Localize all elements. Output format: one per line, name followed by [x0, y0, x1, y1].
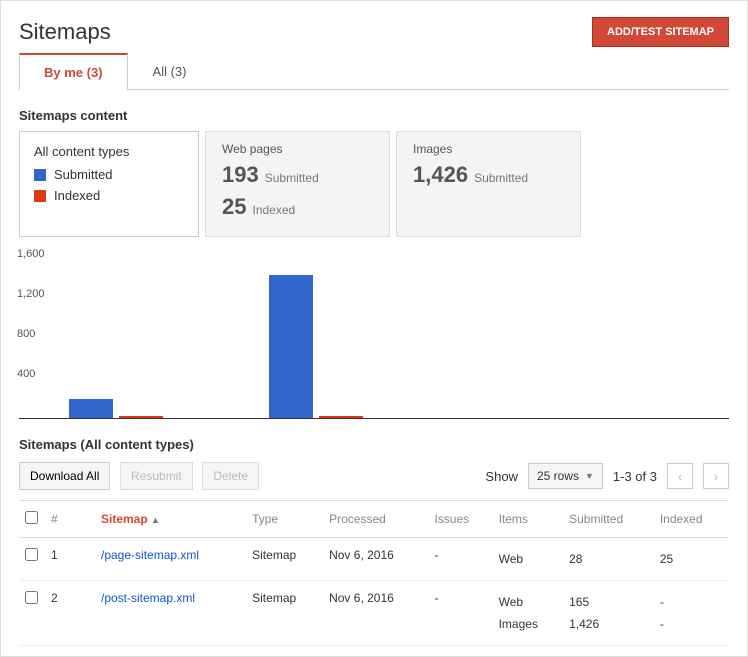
row-issues: - [428, 538, 492, 581]
section-sitemaps-content: Sitemaps content [19, 108, 729, 123]
tab-all[interactable]: All (3) [128, 53, 212, 90]
legend-swatch-indexed [34, 190, 46, 202]
pagination-range: 1-3 of 3 [613, 469, 657, 484]
images-submitted-value: 1,426 [413, 162, 468, 187]
prev-page-button[interactable]: ‹ [667, 463, 693, 489]
y-axis-tick: 1,600 [17, 248, 45, 260]
row-type: Sitemap [246, 538, 323, 581]
next-page-button[interactable]: › [703, 463, 729, 489]
y-axis-tick: 400 [17, 368, 35, 380]
stats-images: Images 1,426 Submitted [396, 131, 581, 237]
bar-submitted [69, 399, 113, 418]
row-issues: - [428, 581, 492, 646]
bar-indexed [319, 416, 363, 418]
legend-label: Submitted [54, 167, 113, 182]
row-num: 2 [45, 581, 95, 646]
web-submitted-value: 193 [222, 162, 259, 187]
item-submitted: 28 [569, 548, 648, 570]
col-submitted[interactable]: Submitted [563, 501, 654, 538]
item-kind: Web [499, 591, 558, 613]
download-all-button[interactable]: Download All [19, 462, 110, 490]
row-checkbox[interactable] [25, 591, 38, 604]
stats-title: Images [413, 142, 564, 156]
legend-box: All content types Submitted Indexed [19, 131, 199, 237]
legend-label: Indexed [54, 188, 100, 203]
col-type[interactable]: Type [246, 501, 323, 538]
tabs: By me (3) All (3) [19, 53, 729, 90]
col-num[interactable]: # [45, 501, 95, 538]
item-submitted: 165 [569, 591, 648, 613]
stats-web-pages: Web pages 193 Submitted 25 Indexed [205, 131, 390, 237]
table-row: 2/post-sitemap.xmlSitemapNov 6, 2016-Web… [19, 581, 729, 646]
show-label: Show [485, 469, 518, 484]
col-processed[interactable]: Processed [323, 501, 428, 538]
chevron-down-icon: ▼ [585, 471, 594, 481]
item-kind: Web [499, 548, 558, 570]
bar-indexed [119, 416, 163, 419]
legend-title: All content types [34, 144, 184, 159]
y-axis-tick: 800 [17, 328, 35, 340]
col-items[interactable]: Items [493, 501, 564, 538]
rows-selector[interactable]: 25 rows ▼ [528, 463, 603, 489]
submitted-label: Submitted [265, 171, 319, 185]
sitemaps-table: # Sitemap ▲ Type Processed Issues Items … [19, 500, 729, 646]
select-all-checkbox[interactable] [25, 511, 38, 524]
row-type: Sitemap [246, 581, 323, 646]
chart: 400 800 1,200 1,600 [19, 249, 729, 419]
col-sitemap[interactable]: Sitemap ▲ [95, 501, 246, 538]
row-processed: Nov 6, 2016 [323, 538, 428, 581]
legend-swatch-submitted [34, 169, 46, 181]
row-processed: Nov 6, 2016 [323, 581, 428, 646]
add-sitemap-button[interactable]: ADD/TEST SITEMAP [592, 17, 729, 47]
indexed-label: Indexed [252, 203, 295, 217]
row-num: 1 [45, 538, 95, 581]
item-indexed: - [660, 591, 723, 613]
submitted-label: Submitted [474, 171, 528, 185]
legend-item-indexed: Indexed [34, 188, 184, 203]
sitemap-link[interactable]: /page-sitemap.xml [101, 548, 199, 562]
stats-title: Web pages [222, 142, 373, 156]
table-row: 1/page-sitemap.xml SitemapNov 6, 2016-Web… [19, 538, 729, 581]
delete-button[interactable]: Delete [202, 462, 259, 490]
tab-by-me[interactable]: By me (3) [19, 53, 128, 90]
rows-selector-value: 25 rows [537, 469, 579, 483]
sort-asc-icon: ▲ [151, 515, 160, 525]
row-checkbox[interactable] [25, 548, 38, 561]
sitemap-link[interactable]: /post-sitemap.xml [101, 591, 195, 605]
legend-item-submitted: Submitted [34, 167, 184, 182]
item-submitted: 1,426 [569, 613, 648, 635]
bar-submitted [269, 275, 313, 418]
resubmit-button[interactable]: Resubmit [120, 462, 193, 490]
col-sitemap-label: Sitemap [101, 512, 148, 526]
col-issues[interactable]: Issues [428, 501, 492, 538]
page-title: Sitemaps [19, 19, 111, 45]
item-indexed: - [660, 613, 723, 635]
y-axis-tick: 1,200 [17, 288, 45, 300]
col-indexed[interactable]: Indexed [654, 501, 729, 538]
web-indexed-value: 25 [222, 194, 246, 219]
item-kind: Images [499, 613, 558, 635]
item-indexed: 25 [660, 548, 723, 570]
section-table-title: Sitemaps (All content types) [19, 437, 729, 452]
